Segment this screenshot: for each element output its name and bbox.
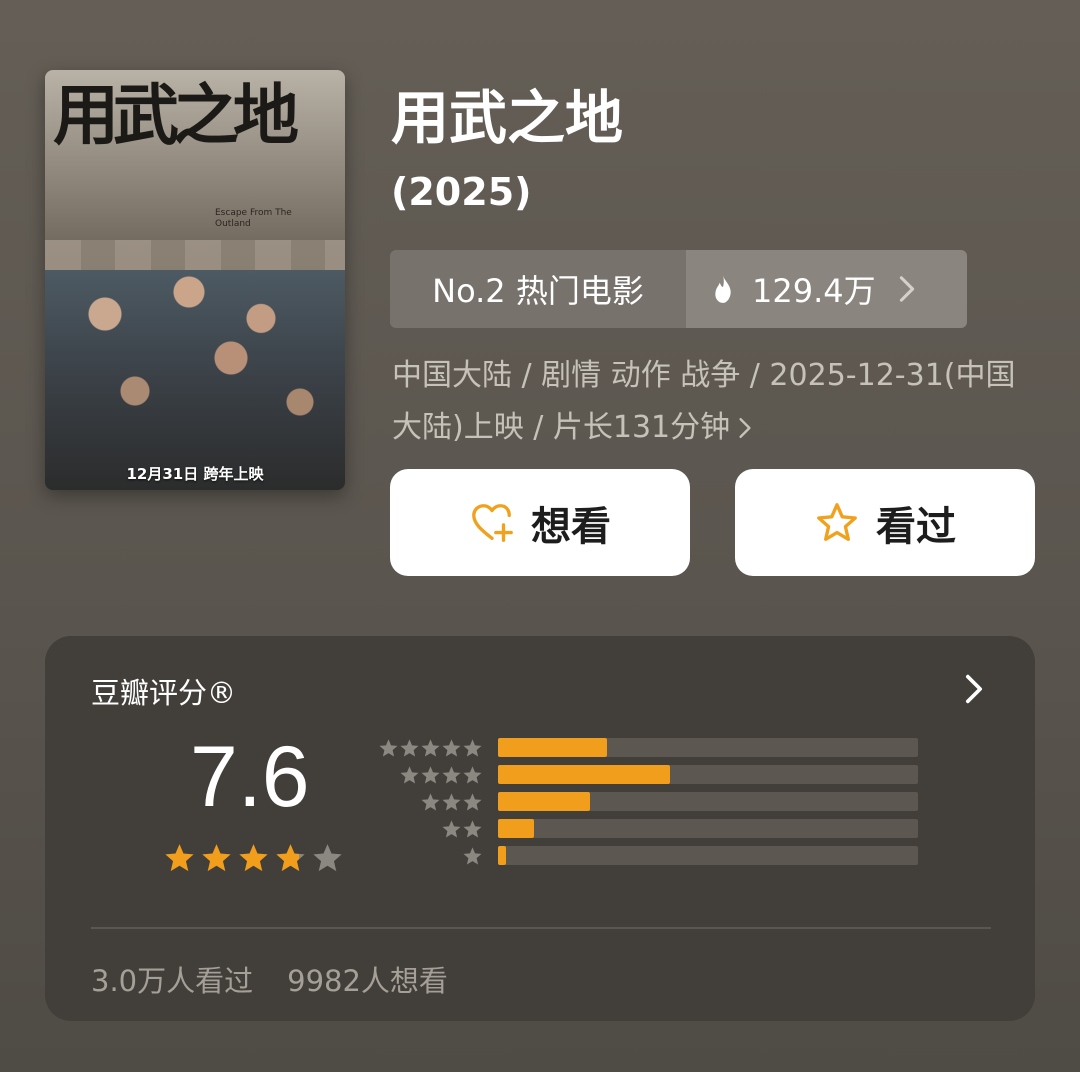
- movie-title: 用武之地: [391, 84, 624, 152]
- star-icon: [400, 739, 419, 757]
- star-icon: [442, 766, 461, 784]
- rank-label: No.2 热门电影: [390, 250, 686, 328]
- distribution-row-5-star: [375, 736, 935, 763]
- star-icon: [400, 766, 419, 784]
- star-icon: [442, 739, 461, 757]
- poster-crowd-image: [45, 270, 345, 490]
- watched-button[interactable]: 看过: [735, 469, 1035, 576]
- seen-label: 看过: [876, 503, 956, 550]
- meta-text: 中国大陆 / 剧情 动作 战争 / 2025-12-31(中国大陆)上映 / 片…: [392, 358, 1016, 445]
- distribution-bar: [498, 738, 608, 757]
- movie-year: (2025): [391, 170, 532, 214]
- chevron-right-icon: [739, 417, 751, 439]
- distribution-stars: [441, 819, 483, 840]
- star-icon: [165, 844, 194, 872]
- distribution-track: [498, 819, 918, 838]
- poster-subtitle-art: Escape From The Outland: [215, 208, 292, 229]
- distribution-stars: [462, 846, 483, 867]
- divider: [91, 927, 991, 929]
- chevron-right-icon: [899, 276, 914, 302]
- poster-title-art: 用武之地: [53, 76, 299, 154]
- movie-poster[interactable]: 用武之地 Escape From The Outland 12月31日 跨年上映: [45, 70, 345, 490]
- distribution-track: [498, 846, 918, 865]
- distribution-row-4-star: [375, 763, 935, 790]
- seen-count[interactable]: 3.0万人看过: [91, 958, 253, 1000]
- heat-value: 129.4万: [752, 272, 876, 310]
- distribution-stars: [420, 792, 483, 813]
- distribution-row-1-star: [375, 844, 935, 871]
- heart-plus-icon: [472, 503, 513, 542]
- want-label: 想看: [531, 503, 611, 550]
- star-icon: [313, 844, 342, 872]
- star-icon: [463, 820, 482, 838]
- star-icon: [239, 844, 268, 872]
- rating-score: 7.6: [190, 729, 310, 825]
- want-to-watch-button[interactable]: 想看: [390, 469, 690, 576]
- star-icon: [202, 844, 231, 872]
- distribution-track: [498, 738, 918, 757]
- star-icon: [421, 766, 440, 784]
- distribution-bar: [498, 765, 671, 784]
- rating-stars: [163, 842, 344, 875]
- rating-source-label: 豆瓣评分®: [91, 676, 237, 710]
- distribution-row-3-star: [375, 790, 935, 817]
- chevron-right-icon[interactable]: [963, 672, 985, 706]
- distribution-stars: [378, 738, 483, 759]
- audience-counts: 3.0万人看过 9982人想看: [91, 958, 448, 1000]
- want-count[interactable]: 9982人想看: [287, 958, 448, 1000]
- distribution-track: [498, 765, 918, 784]
- star-icon: [463, 847, 482, 865]
- star-icon: [442, 793, 461, 811]
- distribution-track: [498, 792, 918, 811]
- poster-release-text: 12月31日 跨年上映: [126, 465, 264, 483]
- star-outline-icon: [817, 502, 857, 541]
- distribution-bar: [498, 846, 507, 865]
- rank-box[interactable]: No.2 热门电影 129.4万: [390, 250, 967, 328]
- fire-icon: [715, 275, 731, 303]
- distribution-bar: [498, 792, 591, 811]
- star-icon: [379, 739, 398, 757]
- star-icon: [421, 793, 440, 811]
- star-icon: [463, 766, 482, 784]
- rating-card[interactable]: 豆瓣评分® 7.6 3.0万人看过 9982人想看: [45, 636, 1035, 1021]
- star-icon: [463, 739, 482, 757]
- star-icon: [463, 793, 482, 811]
- distribution-bar: [498, 819, 534, 838]
- star-icon: [442, 820, 461, 838]
- heat-indicator[interactable]: 129.4万: [686, 250, 967, 328]
- distribution-row-2-star: [375, 817, 935, 844]
- distribution-stars: [399, 765, 483, 786]
- star-icon: [276, 844, 305, 872]
- star-icon: [421, 739, 440, 757]
- movie-meta-info[interactable]: 中国大陆 / 剧情 动作 战争 / 2025-12-31(中国大陆)上映 / 片…: [392, 350, 1032, 454]
